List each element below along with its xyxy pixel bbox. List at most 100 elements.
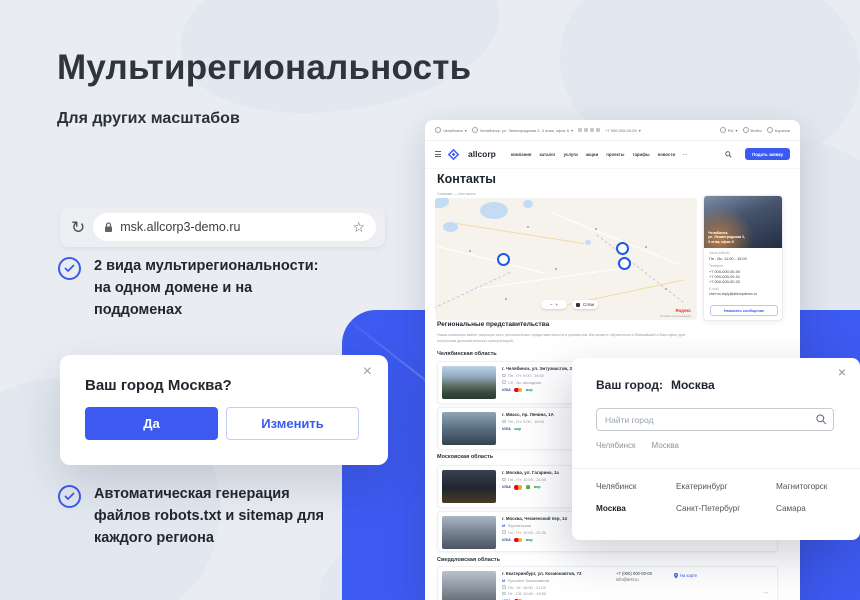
menu-icon[interactable] <box>435 151 441 156</box>
city-option[interactable]: Санкт-Петербург <box>676 504 740 513</box>
search-icon[interactable] <box>816 414 827 425</box>
feature-item-2: Автоматическая генерация файлов robots.t… <box>58 483 324 549</box>
city-option[interactable]: Челябинск <box>596 482 636 491</box>
rep-card[interactable]: г. Екатеринбург, ул. Космонавтов, 73 МПр… <box>437 566 778 600</box>
office-phone[interactable]: +7 000-000-00-02 <box>709 279 740 284</box>
site-topbar: Челябинск ▾ Челябинск, ул. Ленинградская… <box>425 120 800 141</box>
region-heading: Свердловская область <box>437 557 500 563</box>
reload-icon[interactable]: ↻ <box>71 219 85 236</box>
topbar-phone[interactable]: +7 900 000-00-00 ▾ <box>605 128 641 133</box>
office-address-selector[interactable]: Челябинск, ул. Ленинградская 2, 3 этаж, … <box>472 127 573 133</box>
mir-icon: мир <box>534 485 541 489</box>
reps-section-title: Региональные представительства <box>437 321 549 328</box>
map-terms-link[interactable]: Условия использования <box>660 314 691 318</box>
map-marker[interactable] <box>497 253 510 266</box>
close-icon[interactable]: × <box>363 363 372 381</box>
payment-methods: VISA мир <box>502 427 554 431</box>
social-icon[interactable] <box>584 128 588 132</box>
sbp-icon <box>526 485 530 489</box>
yandex-logo[interactable]: Яндекс <box>675 308 691 313</box>
title-prefix: Ваш город: <box>596 378 663 392</box>
nav-item[interactable]: проекты <box>606 152 624 157</box>
lock-icon <box>104 222 113 233</box>
language-switcher[interactable]: RU ▾ <box>720 127 738 133</box>
office-email[interactable]: chel.no-reply@allcorpdemo.ru <box>709 292 757 297</box>
metro-icon: М <box>502 579 505 583</box>
map-zoom-control[interactable]: − + <box>541 300 567 309</box>
social-icon[interactable] <box>596 128 600 132</box>
feature-item-1: 2 вида мультирегиональности: на одном до… <box>58 255 319 321</box>
map-layers-control[interactable]: Слои <box>572 300 598 309</box>
allcorp-logo-icon <box>448 149 459 160</box>
language-label: RU <box>728 128 734 133</box>
clock-icon <box>502 374 506 378</box>
chevron-down-icon: ▾ <box>736 128 738 133</box>
layers-icon <box>576 303 580 307</box>
arrow-right-icon[interactable]: → <box>762 589 769 596</box>
city-search-input[interactable] <box>596 408 834 431</box>
url-text: msk.allcorp3-demo.ru <box>120 220 240 234</box>
change-city-button[interactable]: Изменить <box>226 407 359 440</box>
city-option[interactable]: Магнитогорск <box>776 482 827 491</box>
city-selector[interactable]: Челябинск ▾ <box>435 127 467 133</box>
yandex-map[interactable]: − + Слои Яндекс Условия использования <box>435 198 697 320</box>
rep-metro: МФрунзенская <box>502 523 567 528</box>
rep-email[interactable]: info@test.ru <box>616 577 652 583</box>
nav-item[interactable]: каталог <box>539 152 555 157</box>
office-thumbnail <box>442 412 496 445</box>
nav-item[interactable]: компания <box>511 152 532 157</box>
write-message-button[interactable]: Написать сообщение <box>710 305 778 316</box>
social-icon[interactable] <box>590 128 594 132</box>
phone-number: +7 900 000-00-00 <box>605 128 637 133</box>
login-label: Войти <box>751 128 762 133</box>
clock-icon <box>502 478 506 482</box>
social-icon[interactable] <box>578 128 582 132</box>
logo-text[interactable]: allcorp <box>468 149 496 159</box>
cart-link[interactable]: Корзина <box>767 127 790 133</box>
map-city-dot <box>527 226 529 228</box>
map-road <box>550 212 680 265</box>
zoom-in-button[interactable]: + <box>556 302 559 307</box>
map-marker[interactable] <box>618 257 631 270</box>
user-icon <box>743 127 749 133</box>
on-map-link[interactable]: На карте <box>674 573 697 600</box>
mastercard-icon <box>514 538 522 543</box>
bookmark-star-icon[interactable]: ☆ <box>352 219 365 236</box>
browser-url-bar: ↻ msk.allcorp3-demo.ru ☆ <box>60 207 385 247</box>
map-pin-icon <box>674 573 678 579</box>
feature-line: Автоматическая генерация <box>94 483 324 505</box>
mir-icon: мир <box>514 427 521 431</box>
social-links[interactable] <box>578 128 600 132</box>
zoom-out-button[interactable]: − <box>550 302 553 307</box>
map-water <box>585 240 591 245</box>
mir-icon: мир <box>526 388 533 392</box>
submit-request-button[interactable]: Подать заявку <box>745 148 790 160</box>
nav-item[interactable]: тарифы <box>632 152 649 157</box>
metro-icon: М <box>502 524 505 528</box>
quick-city[interactable]: Челябинск <box>596 441 635 450</box>
chevron-down-icon: ▾ <box>465 128 467 133</box>
search-icon[interactable] <box>725 151 732 158</box>
cart-icon <box>767 127 773 133</box>
quick-city[interactable]: Москва <box>651 441 678 450</box>
map-marker[interactable] <box>616 242 629 255</box>
clock-icon <box>502 380 506 384</box>
close-icon[interactable]: × <box>838 364 846 380</box>
rep-address: г. Челябинск, ул. Энтузиастов, 30 <box>502 366 574 371</box>
clock-icon <box>502 530 506 534</box>
office-thumbnail <box>442 366 496 399</box>
nav-item[interactable]: новости <box>658 152 676 157</box>
breadcrumb[interactable]: Главная — Контакты <box>437 191 476 196</box>
city-option[interactable]: Самара <box>776 504 806 513</box>
nav-more[interactable]: ··· <box>683 152 687 157</box>
visa-icon: VISA <box>502 538 511 542</box>
login-link[interactable]: Войти <box>743 127 762 133</box>
address-field[interactable]: msk.allcorp3-demo.ru ☆ <box>93 213 376 241</box>
on-map-label: На карте <box>680 573 697 578</box>
yes-button[interactable]: Да <box>85 407 218 440</box>
city-option-selected[interactable]: Москва <box>596 504 626 513</box>
nav-item[interactable]: услуги <box>564 152 578 157</box>
nav-item[interactable]: акции <box>586 152 598 157</box>
city-option[interactable]: Екатеринбург <box>676 482 728 491</box>
office-thumbnail <box>442 516 496 549</box>
